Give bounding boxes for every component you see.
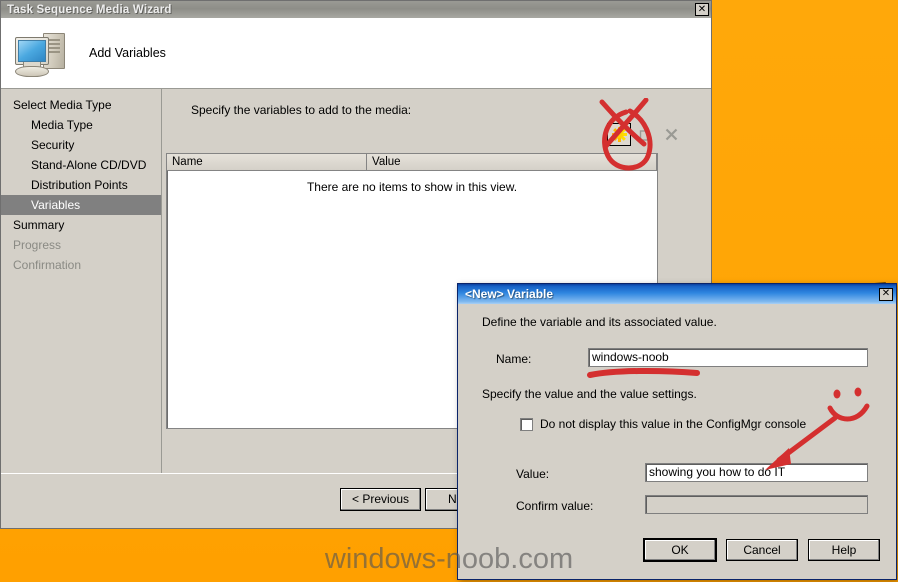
listview-header-row: Name Value: [167, 154, 657, 171]
value-field[interactable]: showing you how to do IT: [645, 463, 868, 482]
name-field-label: Name:: [496, 352, 532, 366]
variables-toolbar: [607, 123, 683, 146]
sidebar-item-stand-alone-cd-dvd[interactable]: Stand-Alone CD/DVD: [1, 155, 161, 175]
hide-value-checkbox[interactable]: [520, 417, 533, 431]
sidebar-item-progress: Progress: [13, 238, 62, 252]
previous-button[interactable]: < Previous: [340, 488, 421, 511]
sidebar-item-select-media-type[interactable]: Select Media Type: [1, 95, 161, 115]
computer-icon: [13, 29, 67, 77]
dialog-intro-text: Define the variable and its associated v…: [482, 315, 717, 329]
sidebar-item-security[interactable]: Security: [1, 135, 161, 155]
delete-variable-button: [659, 123, 683, 146]
page-title: Add Variables: [89, 46, 166, 60]
column-header-name[interactable]: Name: [167, 154, 367, 170]
computer-screen-icon: [18, 40, 46, 62]
wizard-title: Task Sequence Media Wizard: [7, 3, 172, 16]
sidebar-item-confirmation: Confirmation: [13, 258, 82, 272]
computer-monitor-icon: [15, 37, 49, 65]
dialog-sub-instruction: Specify the value and the value settings…: [482, 387, 697, 401]
hide-value-checkbox-label: Do not display this value in the ConfigM…: [540, 417, 807, 431]
sidebar-item-summary[interactable]: Summary: [1, 215, 161, 235]
sidebar-item-variables[interactable]: Variables: [1, 195, 161, 215]
listview-empty-message: There are no items to show in this view.: [306, 180, 518, 194]
wizard-titlebar: Task Sequence Media Wizard ✕: [1, 1, 711, 18]
wizard-close-button[interactable]: ✕: [695, 3, 709, 16]
name-field[interactable]: windows-noob: [588, 348, 868, 367]
dialog-titlebar: <New> Variable ✕: [458, 284, 896, 304]
confirm-value-field-label: Confirm value:: [516, 499, 594, 513]
site-watermark: windows-noob.com: [324, 543, 574, 575]
confirm-value-field: [645, 495, 868, 514]
new-variable-button[interactable]: [607, 123, 631, 146]
star-new-icon: [611, 127, 627, 142]
edit-icon: [639, 127, 651, 141]
new-variable-dialog: <New> Variable ✕ Define the variable and…: [457, 283, 897, 580]
sidebar-item-distribution-points[interactable]: Distribution Points: [1, 175, 161, 195]
wizard-header: Add Variables: [1, 18, 711, 89]
sidebar-item-media-type[interactable]: Media Type: [1, 115, 161, 135]
wizard-step-sidebar: Select Media Type Media Type Security St…: [1, 89, 162, 526]
instruction-text: Specify the variables to add to the medi…: [191, 103, 412, 117]
column-header-value[interactable]: Value: [367, 154, 657, 170]
edit-variable-button: [633, 123, 657, 146]
computer-base-icon: [15, 66, 49, 77]
dialog-close-button[interactable]: ✕: [879, 287, 893, 301]
delete-x-icon: [665, 128, 677, 141]
value-field-label: Value:: [516, 467, 550, 481]
hide-value-checkbox-row[interactable]: Do not display this value in the ConfigM…: [520, 417, 806, 431]
dialog-title: <New> Variable: [465, 287, 554, 301]
